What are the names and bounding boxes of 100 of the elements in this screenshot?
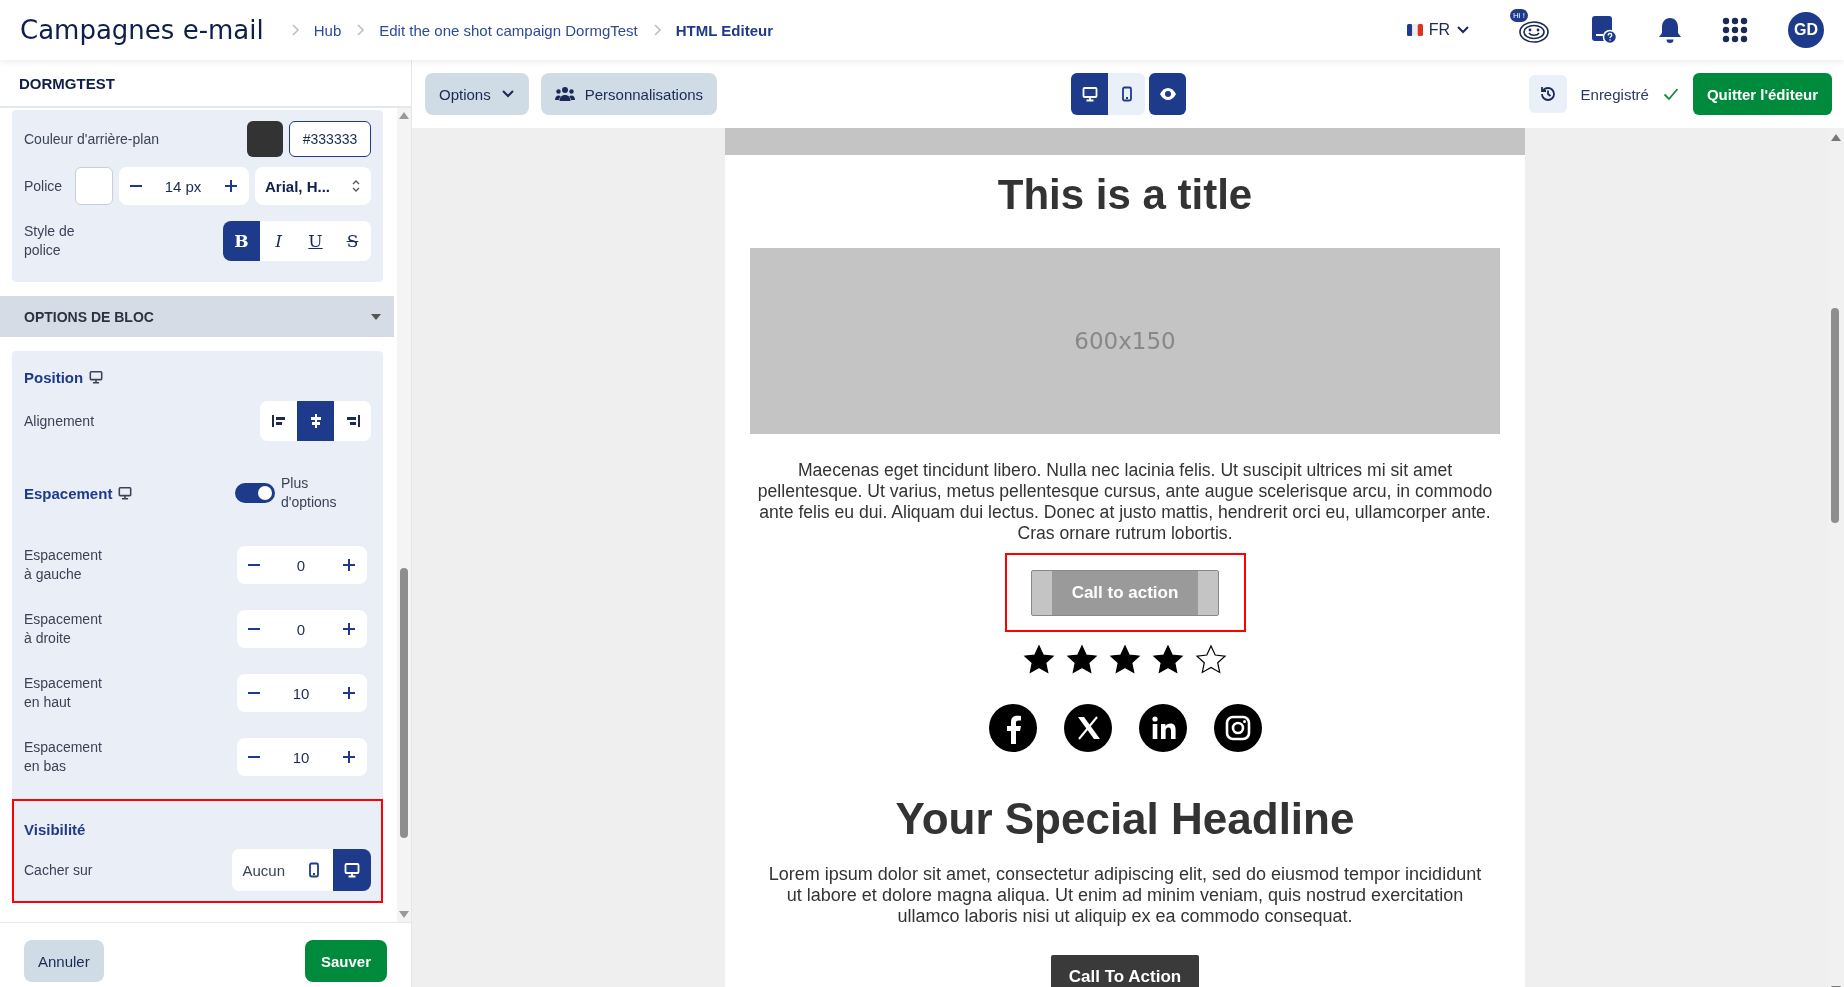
chevron-down-icon: [500, 89, 515, 99]
apps-grid-icon: [1722, 17, 1748, 43]
field-label: Espacement en haut: [24, 674, 103, 712]
desktop-icon: [89, 370, 104, 384]
scrollbar[interactable]: [397, 108, 411, 922]
save-status: Enregistré: [1580, 85, 1649, 103]
star-icon: [1152, 644, 1184, 674]
breadcrumb-link[interactable]: Edit the one shot campaign DormgTest: [379, 21, 638, 39]
check-icon: [1662, 87, 1679, 101]
history-button[interactable]: [1528, 75, 1567, 113]
minus-icon: [247, 756, 261, 758]
stepper-value: 10: [292, 684, 310, 702]
align-right-icon: [344, 413, 361, 429]
view-mode-button[interactable]: [1108, 73, 1145, 115]
field-label: Espacement à droite: [24, 610, 103, 648]
font-select[interactable]: Arial, H...: [255, 167, 371, 205]
stepper-value: 14 px: [164, 177, 202, 195]
star-icon: [1066, 644, 1098, 674]
bell-icon: [1658, 16, 1682, 44]
hide-option[interactable]: [333, 849, 371, 891]
minus-button[interactable]: [247, 756, 261, 758]
plus-icon: [341, 685, 357, 701]
align-left-icon: [270, 413, 287, 429]
color-swatch[interactable]: [75, 167, 113, 205]
number-stepper[interactable]: 10: [237, 738, 367, 776]
plus-button[interactable]: [341, 557, 357, 573]
chevron-down-icon: [1456, 25, 1470, 35]
email-paragraph: Lorem ipsum dolor sit amet, consectetur adipiscing elit, sed do eiusmod tempor incididunt ut labore et dolore magna aliqua. Ut enim ad minim veniam, quis nostrud exercitation ullamco laboris nisi ut aliquip ex ea commodo consequat.: [767, 864, 1483, 927]
user-avatar[interactable]: GD: [1788, 12, 1824, 48]
number-stepper[interactable]: 0: [237, 610, 367, 648]
desktop-icon: [1081, 86, 1098, 102]
desktop-icon: [344, 862, 360, 878]
desktop-icon: [118, 486, 133, 500]
options-button[interactable]: Options: [425, 73, 529, 115]
preview-button[interactable]: [1149, 73, 1186, 115]
star-icon: [1109, 644, 1141, 674]
section-subtitle: Espacement: [24, 484, 113, 502]
email-title: This is a title: [997, 170, 1253, 220]
plus-button[interactable]: [341, 749, 357, 765]
alignment-button[interactable]: [297, 401, 334, 441]
quit-editor-button[interactable]: Quitter l'éditeur: [1692, 73, 1832, 115]
email-headline: Your Special Headline: [895, 793, 1355, 845]
text-style-button[interactable]: B: [223, 221, 260, 261]
facebook-icon[interactable]: [988, 704, 1037, 752]
view-mode-button[interactable]: [1071, 73, 1108, 115]
history-icon: [1538, 85, 1557, 103]
minus-icon: [129, 185, 143, 187]
panel-title: DORMGTEST: [0, 60, 411, 108]
toggle-switch[interactable]: [235, 483, 275, 503]
instagram-icon[interactable]: [1213, 704, 1262, 752]
minus-icon: [247, 628, 261, 630]
plus-button[interactable]: [341, 621, 357, 637]
linkedin-icon[interactable]: [1138, 704, 1187, 752]
star-icon: [1023, 644, 1055, 674]
minus-button[interactable]: [247, 564, 261, 566]
star-icon: [1195, 644, 1227, 674]
app-title: Campagnes e-mail: [20, 15, 264, 45]
field-label: Espacement à gauche: [24, 546, 103, 584]
personalisations-button[interactable]: Personnalisations: [540, 73, 718, 115]
x-icon[interactable]: [1063, 704, 1112, 752]
up-down-icon: [351, 178, 361, 194]
plus-button[interactable]: [341, 685, 357, 701]
number-stepper[interactable]: 14 px: [119, 167, 249, 205]
field-label: Police: [24, 176, 64, 196]
section-title: OPTIONS DE BLOC: [24, 308, 154, 325]
save-button[interactable]: Sauver: [304, 940, 387, 982]
plus-button[interactable]: [223, 178, 239, 194]
people-icon: [554, 86, 575, 102]
chevron-right-icon: [355, 23, 366, 37]
minus-icon: [247, 692, 261, 694]
breadcrumb-link[interactable]: Hub: [313, 21, 342, 39]
stepper-value: 10: [292, 748, 310, 766]
number-stepper[interactable]: 10: [237, 674, 367, 712]
plus-icon: [341, 621, 357, 637]
help-book-icon: [1590, 15, 1618, 45]
minus-button[interactable]: [247, 692, 261, 694]
number-stepper[interactable]: 0: [237, 546, 367, 584]
minus-button[interactable]: [247, 628, 261, 630]
toggle-label: Plus d'options: [281, 474, 338, 512]
chevron-right-icon: [651, 23, 662, 37]
language-selector[interactable]: FR: [1400, 20, 1476, 40]
cancel-button[interactable]: Annuler: [24, 940, 104, 982]
color-hex-field[interactable]: #333333: [289, 121, 371, 157]
minus-button[interactable]: [129, 185, 143, 187]
call-to-action-button[interactable]: Call To Action: [1050, 955, 1200, 987]
field-label: Cacher sur: [24, 860, 94, 880]
stepper-value: 0: [296, 620, 306, 638]
minus-icon: [247, 564, 261, 566]
color-swatch[interactable]: [247, 121, 283, 157]
field-label: Style de police: [24, 222, 76, 260]
plus-icon: [223, 178, 239, 194]
section-header[interactable]: OPTIONS DE BLOC: [0, 296, 394, 337]
mobile-icon: [306, 862, 322, 878]
email-paragraph: Maecenas eget tincidunt libero. Nulla nec lacinia felis. Ut suscipit ultrices mi sit amet pellentesque. Ut varius, metus pellentesque cursus, ante augue scelerisque arcu, in commodo ante felis eu dui. Aliquam dui lectus. Donec at justo mattis, hendrerit orci eu, ullamcorper ante. Cras ornare rutrum lobortis.: [756, 460, 1494, 544]
image-size-label: 600x150: [1074, 328, 1176, 354]
field-label: Alignement: [24, 411, 96, 431]
breadcrumb-link[interactable]: HTML Editeur: [675, 21, 773, 39]
field-label: Espacement en bas: [24, 738, 103, 776]
field-label: Couleur d'arrière-plan: [24, 129, 160, 149]
stepper-value: 0: [296, 556, 306, 574]
